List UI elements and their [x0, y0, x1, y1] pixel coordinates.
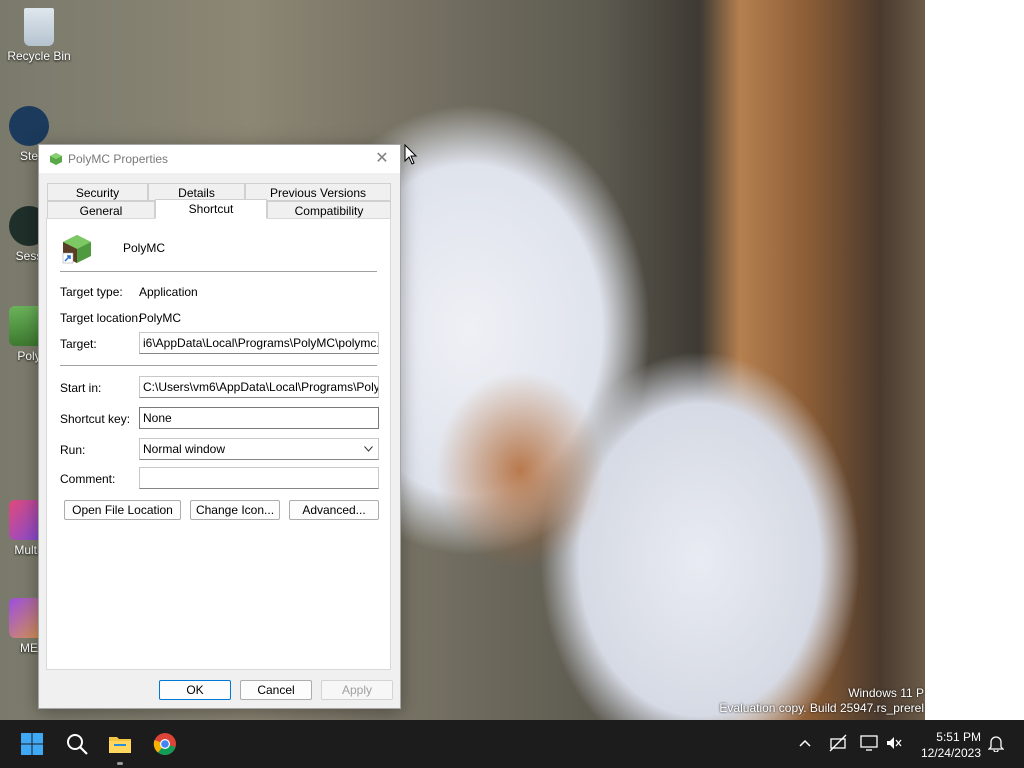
chevron-down-icon	[364, 446, 373, 452]
shortcut-tab-panel: PolyMC Target type: Application Target l…	[46, 218, 391, 670]
comment-input[interactable]	[139, 467, 379, 489]
notification-bell-icon[interactable]	[988, 734, 1004, 752]
steam-icon	[9, 106, 49, 146]
watermark-line2: Evaluation copy. Build 25947.rs_prerel	[719, 701, 924, 715]
target-input[interactable]: i6\AppData\Local\Programs\PolyMC\polymc.…	[139, 332, 379, 354]
dialog-titlebar[interactable]: PolyMC Properties ✕	[39, 145, 400, 173]
search-icon[interactable]	[65, 732, 89, 756]
comment-label: Comment:	[60, 472, 116, 486]
dialog-title: PolyMC Properties	[68, 152, 169, 166]
desktop-icon-label: ME	[20, 641, 38, 655]
app-name: PolyMC	[123, 241, 166, 255]
ok-button[interactable]: OK	[159, 680, 231, 700]
open-file-location-button[interactable]: Open File Location	[64, 500, 181, 520]
close-icon: ✕	[375, 150, 389, 167]
tab-compatibility[interactable]: Compatibility	[267, 201, 391, 219]
volume-muted-icon[interactable]	[885, 734, 903, 752]
tab-shortcut[interactable]: Shortcut	[155, 199, 267, 219]
run-label: Run:	[60, 443, 86, 457]
start-in-input[interactable]: C:\Users\vm6\AppData\Local\Programs\Poly…	[139, 376, 379, 398]
tab-general[interactable]: General	[47, 201, 155, 219]
shortcut-key-input[interactable]: None	[139, 407, 379, 429]
mouse-cursor-icon	[404, 144, 418, 165]
start-in-label: Start in:	[60, 381, 102, 395]
recycle-bin-icon	[24, 8, 54, 46]
chevron-up-icon[interactable]	[799, 739, 811, 747]
file-explorer-icon[interactable]	[108, 732, 132, 756]
run-select[interactable]: Normal window	[139, 438, 379, 460]
clock-date: 12/24/2023	[920, 746, 981, 760]
target-type-value: Application	[139, 285, 198, 299]
network-disconnected-icon[interactable]	[829, 734, 847, 752]
system-clock[interactable]: 5:51 PM 12/24/2023	[921, 729, 981, 761]
advanced-button[interactable]: Advanced...	[289, 500, 379, 520]
target-location-value: PolyMC	[139, 311, 182, 325]
separator	[60, 365, 377, 366]
target-location-label: Target location:	[60, 311, 142, 325]
cancel-button[interactable]: Cancel	[240, 680, 312, 700]
close-button[interactable]: ✕	[372, 149, 392, 169]
taskbar: 5:51 PM 12/24/2023	[0, 720, 1024, 768]
desktop-icon-recycle-bin[interactable]: Recycle Bin	[2, 8, 76, 63]
run-selected-value: Normal window	[143, 442, 226, 456]
separator	[60, 271, 377, 272]
running-indicator	[117, 762, 123, 765]
shortcut-key-label: Shortcut key:	[60, 412, 131, 426]
polymc-icon	[62, 235, 91, 264]
desktop-icon-label: Recycle Bin	[7, 49, 71, 63]
target-type-label: Target type:	[60, 285, 123, 299]
windows-watermark: Windows 11 P Evaluation copy. Build 2594…	[719, 686, 924, 716]
change-icon-button[interactable]: Change Icon...	[190, 500, 280, 520]
chrome-icon[interactable]	[153, 732, 177, 756]
properties-dialog: PolyMC Properties ✕ Security Details Pre…	[38, 144, 401, 709]
target-label: Target:	[60, 337, 97, 351]
windows-start-icon[interactable]	[20, 732, 44, 756]
tab-security[interactable]: Security	[47, 183, 148, 201]
polymc-icon	[50, 153, 62, 165]
desktop-icon-label: Ste	[19, 149, 38, 163]
display-icon[interactable]	[860, 734, 878, 752]
clock-time: 5:51 PM	[936, 730, 981, 744]
watermark-line1: Windows 11 P	[848, 686, 924, 700]
apply-button[interactable]: Apply	[321, 680, 393, 700]
